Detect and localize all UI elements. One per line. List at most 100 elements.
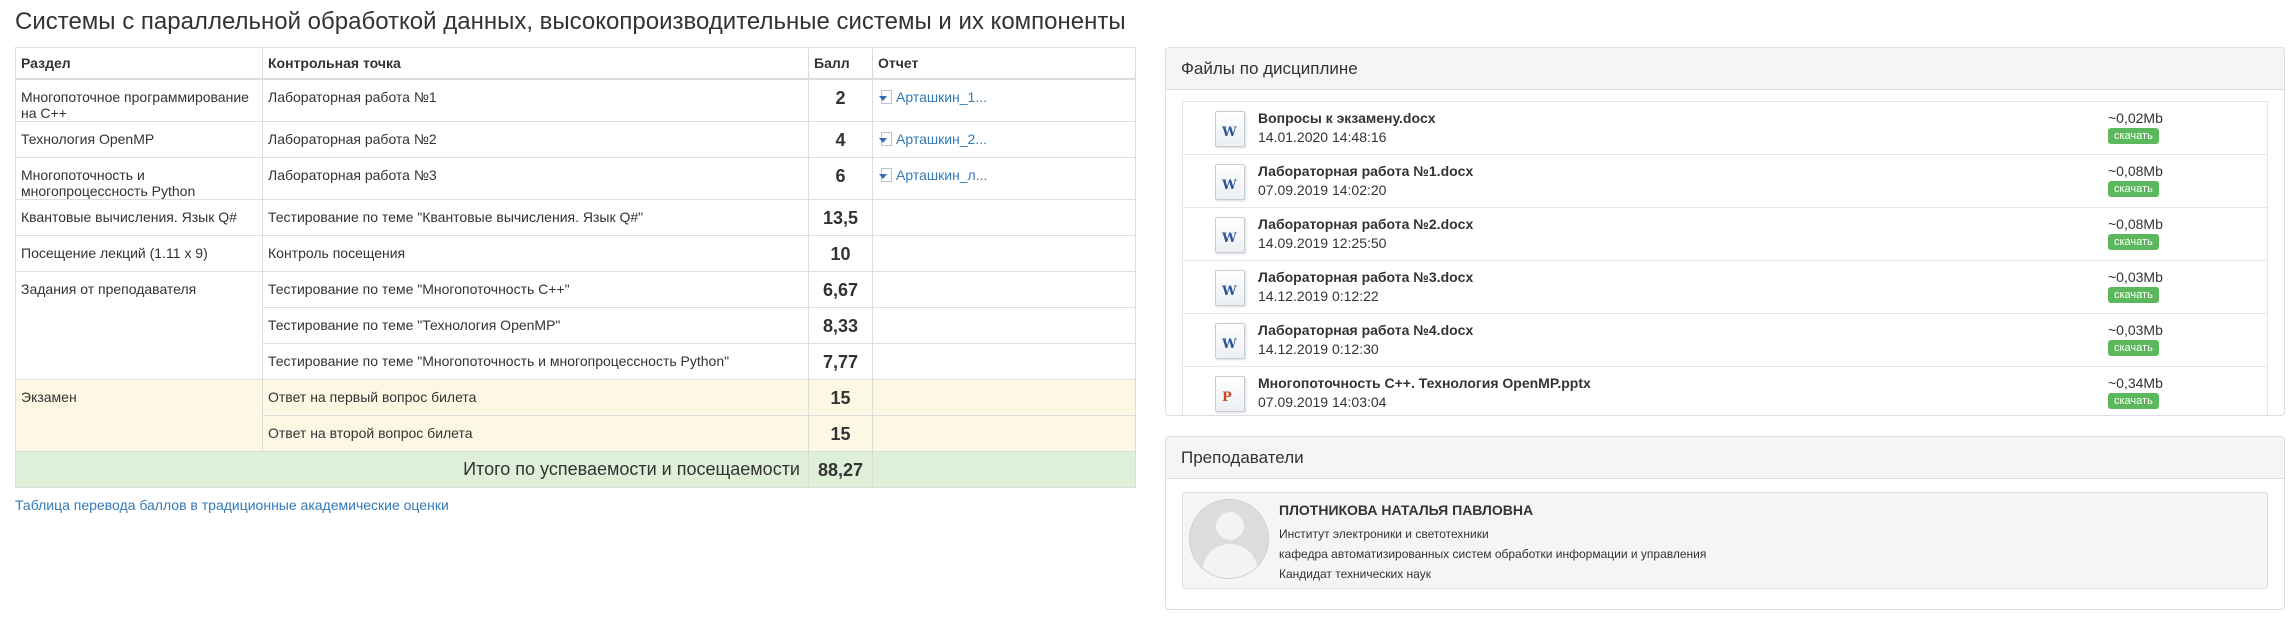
checkpoint-cell: Ответ на первый вопрос билета — [262, 378, 809, 416]
list-item: W Лабораторная работа №4.docx 14.12.2019… — [1183, 314, 2267, 367]
total-row: Итого по успеваемости и посещаемости 88,… — [15, 450, 1136, 488]
report-cell — [872, 198, 1136, 236]
file-size: ~0,34Mb — [2108, 375, 2163, 391]
report-link[interactable]: Арташкин_л... — [878, 167, 1130, 183]
report-cell: Арташкин_1... — [872, 78, 1136, 122]
download-file-icon — [878, 131, 894, 147]
header-report: Отчет — [872, 47, 1136, 80]
total-score: 88,27 — [808, 450, 873, 488]
files-panel: Файлы по дисциплине W Вопросы к экзамену… — [1165, 47, 2285, 416]
report-cell — [872, 342, 1136, 380]
report-link-label: Арташкин_2... — [896, 130, 988, 147]
header-score: Балл — [808, 47, 873, 80]
files-panel-title: Файлы по дисциплине — [1166, 48, 2284, 90]
report-link-label: Арташкин_1... — [896, 88, 988, 105]
section-cell: Экзамен — [15, 378, 263, 452]
checkpoint-cell: Лабораторная работа №1 — [262, 78, 809, 122]
list-item: W Вопросы к экзамену.docx 14.01.2020 14:… — [1183, 102, 2267, 155]
word-doc-icon: W — [1215, 111, 1245, 147]
teachers-panel: Преподаватели ПЛОТНИКОВА НАТАЛЬЯ ПАВЛОВН… — [1165, 436, 2285, 610]
score-cell: 15 — [808, 378, 873, 416]
word-doc-icon: W — [1215, 217, 1245, 253]
file-size: ~0,08Mb — [2108, 163, 2163, 179]
header-section: Раздел — [15, 47, 263, 80]
table-row: Задания от преподавателя Тестирование по… — [15, 270, 1136, 380]
file-size: ~0,08Mb — [2108, 216, 2163, 232]
file-date: 14.01.2020 14:48:16 — [1258, 129, 1387, 145]
download-button[interactable]: скачать — [2108, 340, 2159, 356]
file-name: Лабораторная работа №1.docx — [1258, 163, 1474, 179]
report-cell: Арташкин_л... — [872, 156, 1136, 200]
file-date: 07.09.2019 14:02:20 — [1258, 182, 1387, 198]
report-cell — [872, 234, 1136, 272]
section-cell: Квантовые вычисления. Язык Q# — [15, 198, 263, 236]
download-file-icon — [878, 89, 894, 105]
checkpoint-cell: Тестирование по теме "Квантовые вычислен… — [262, 198, 809, 236]
score-cell: 13,5 — [808, 198, 873, 236]
file-name: Вопросы к экзамену.docx — [1258, 110, 1436, 126]
file-size: ~0,02Mb — [2108, 110, 2163, 126]
score-cell: 15 — [808, 414, 873, 452]
teachers-panel-title: Преподаватели — [1166, 437, 2284, 479]
checkpoint-cell: Тестирование по теме "Многопоточность и … — [262, 342, 809, 380]
file-name: Многопоточность С++. Технология OpenMP.p… — [1258, 375, 1591, 391]
checkpoint-cell: Лабораторная работа №2 — [262, 120, 809, 158]
teacher-degree: Кандидат технических наук — [1279, 567, 1431, 581]
avatar-body-shape — [1202, 544, 1258, 578]
total-label: Итого по успеваемости и посещаемости — [15, 450, 809, 488]
word-doc-icon: W — [1215, 270, 1245, 306]
header-checkpoint: Контрольная точка — [262, 47, 809, 80]
download-button[interactable]: скачать — [2108, 234, 2159, 250]
file-date: 14.12.2019 0:12:30 — [1258, 341, 1379, 357]
grades-header-row: Раздел Контрольная точка Балл Отчет — [15, 47, 1136, 80]
report-cell — [872, 378, 1136, 416]
file-date: 07.09.2019 14:03:04 — [1258, 394, 1387, 410]
list-item: W Лабораторная работа №2.docx 14.09.2019… — [1183, 208, 2267, 261]
page-title: Системы с параллельной обработкой данных… — [15, 8, 1126, 35]
download-file-icon — [878, 167, 894, 183]
download-button[interactable]: скачать — [2108, 287, 2159, 303]
section-cell: Задания от преподавателя — [15, 270, 263, 380]
report-cell — [872, 414, 1136, 452]
powerpoint-icon: P — [1215, 376, 1245, 412]
grades-table: Раздел Контрольная точка Балл Отчет Мног… — [15, 47, 1136, 488]
avatar-head-shape — [1216, 512, 1244, 540]
section-cell: Посещение лекций (1.11 x 9) — [15, 234, 263, 272]
file-date: 14.12.2019 0:12:22 — [1258, 288, 1379, 304]
score-cell: 10 — [808, 234, 873, 272]
table-row: Квантовые вычисления. Язык Q# Тестирован… — [15, 198, 1136, 236]
score-cell: 6 — [808, 156, 873, 200]
download-button[interactable]: скачать — [2108, 181, 2159, 197]
teacher-institute: Институт электроники и светотехники — [1279, 527, 1489, 541]
file-name: Лабораторная работа №3.docx — [1258, 269, 1474, 285]
grade-conversion-link[interactable]: Таблица перевода баллов в традиционные а… — [15, 497, 449, 513]
score-cell: 4 — [808, 120, 873, 158]
table-row: Экзамен Ответ на первый вопрос билета 15 — [15, 378, 1136, 452]
files-list[interactable]: W Вопросы к экзамену.docx 14.01.2020 14:… — [1182, 101, 2268, 415]
list-item: W Лабораторная работа №3.docx 14.12.2019… — [1183, 261, 2267, 314]
report-cell — [872, 270, 1136, 308]
file-name: Лабораторная работа №4.docx — [1258, 322, 1474, 338]
report-link[interactable]: Арташкин_1... — [878, 89, 1130, 105]
score-cell: 8,33 — [808, 306, 873, 344]
checkpoint-cell: Ответ на второй вопрос билета — [262, 414, 809, 452]
checkpoint-cell: Контроль посещения — [262, 234, 809, 272]
table-row: Посещение лекций (1.11 x 9) Контроль пос… — [15, 234, 1136, 272]
teacher-department: кафедра автоматизированных систем обрабо… — [1279, 547, 1707, 561]
score-cell: 2 — [808, 78, 873, 122]
file-date: 14.09.2019 12:25:50 — [1258, 235, 1387, 251]
download-button[interactable]: скачать — [2108, 393, 2159, 409]
table-row: Многопоточность и многопроцессность Pyth… — [15, 156, 1136, 200]
download-button[interactable]: скачать — [2108, 128, 2159, 144]
report-cell: Арташкин_2... — [872, 120, 1136, 158]
list-item: P Многопоточность С++. Технология OpenMP… — [1183, 367, 2267, 415]
file-name: Лабораторная работа №2.docx — [1258, 216, 1474, 232]
teacher-card: ПЛОТНИКОВА НАТАЛЬЯ ПАВЛОВНА Институт эле… — [1182, 492, 2268, 589]
section-cell: Многопоточное программирование на С++ — [15, 78, 263, 122]
report-link[interactable]: Арташкин_2... — [878, 131, 1130, 147]
report-link-label: Арташкин_л... — [896, 166, 988, 183]
word-doc-icon: W — [1215, 323, 1245, 359]
score-cell: 6,67 — [808, 270, 873, 308]
word-doc-icon: W — [1215, 164, 1245, 200]
report-cell — [872, 306, 1136, 344]
